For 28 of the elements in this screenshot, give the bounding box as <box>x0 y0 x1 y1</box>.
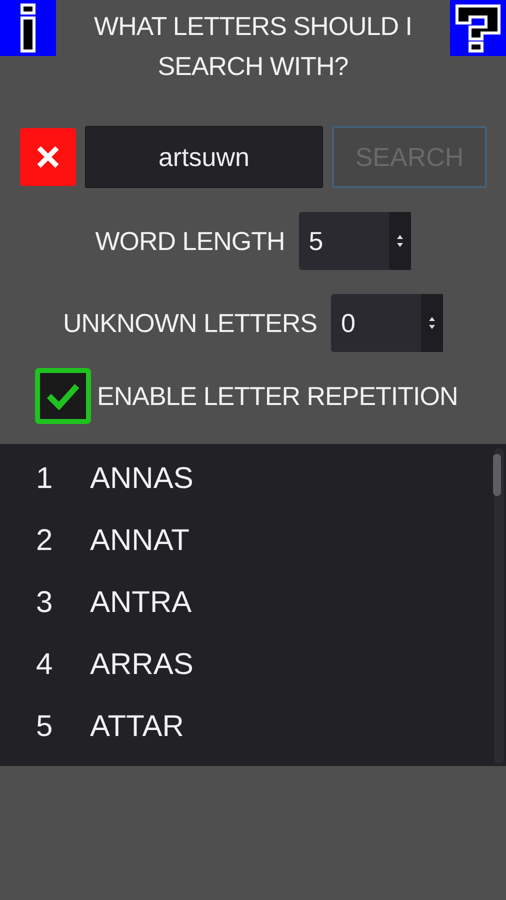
row-number: 3 <box>35 586 54 620</box>
result-word[interactable]: ANNAS <box>90 462 194 496</box>
clear-button[interactable] <box>20 128 76 186</box>
spinner-arrows-icon <box>428 316 436 330</box>
option-label: WORD LENGTH <box>95 226 285 256</box>
repetition-checkbox[interactable] <box>35 368 91 424</box>
number-select[interactable]: 5 <box>298 212 411 270</box>
scroll-thumb[interactable] <box>493 454 501 496</box>
row-number: 5 <box>35 710 54 744</box>
result-word[interactable]: ATTAR <box>90 710 184 744</box>
info-button[interactable] <box>0 0 56 56</box>
help-button[interactable] <box>450 0 506 56</box>
scrollbar[interactable] <box>494 448 504 764</box>
row-number: 2 <box>35 524 54 558</box>
page-title: WHAT LETTERS SHOULD I SEARCH WITH? <box>93 10 413 83</box>
result-word[interactable]: ARRAS <box>90 648 194 682</box>
result-word[interactable]: ANTRA <box>90 586 192 620</box>
letters-input[interactable]: artsuwn <box>85 126 323 188</box>
spinner-arrows-icon <box>396 234 404 248</box>
option-label: UNKNOWN LETTERS <box>63 308 317 338</box>
close-icon <box>36 145 60 169</box>
question-mark-icon <box>454 3 502 53</box>
checkbox-label: ENABLE LETTER REPETITION <box>97 380 458 412</box>
result-word[interactable]: ANNAT <box>90 524 190 558</box>
number-select[interactable]: 0 <box>330 294 443 352</box>
check-icon <box>46 382 80 410</box>
row-number: 4 <box>35 648 54 682</box>
row-number: 1 <box>35 462 54 496</box>
